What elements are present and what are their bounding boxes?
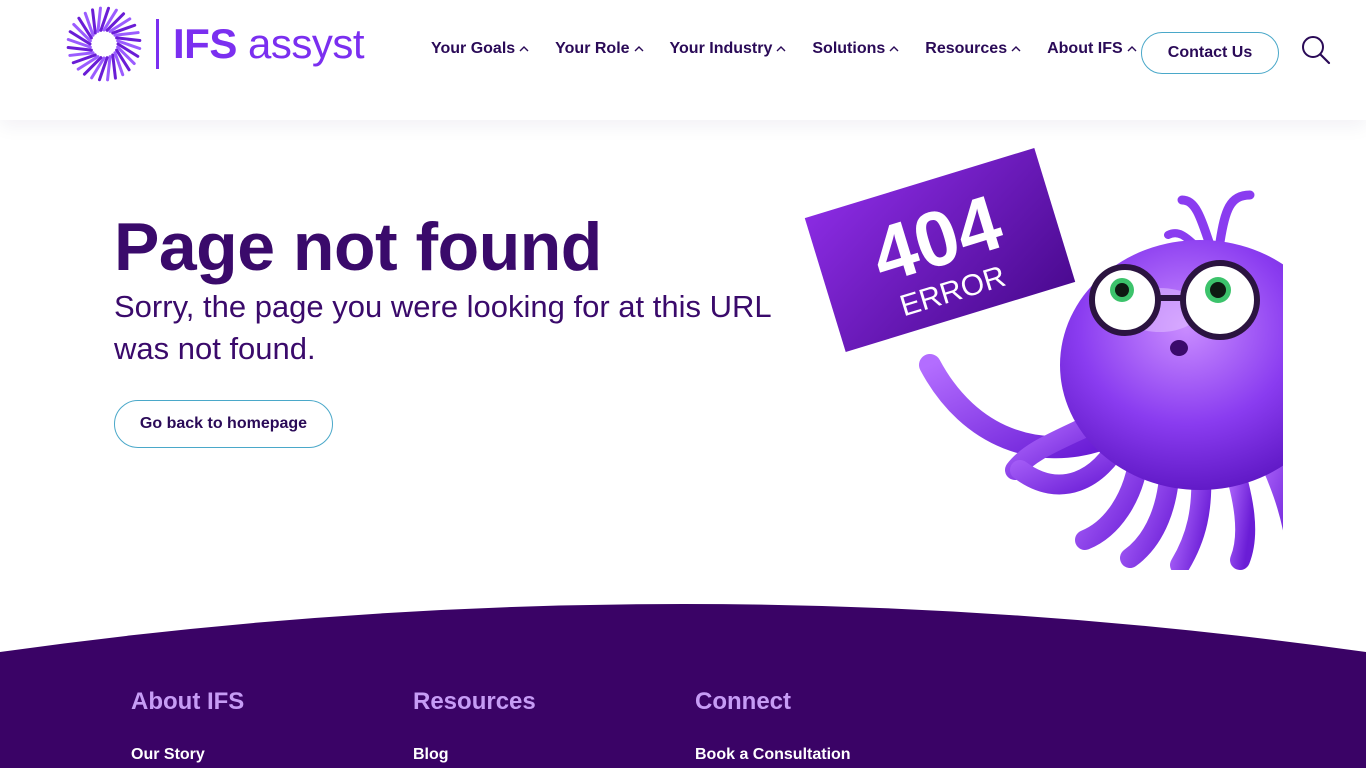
nav-label: Your Goals [431,40,516,57]
logo-divider [156,19,159,69]
page-subtitle: Sorry, the page you were looking for at … [114,289,771,366]
footer-column-about: About IFS Our Story [131,688,244,764]
nav-your-industry[interactable]: Your Industry [670,40,787,58]
chevron-up-icon [1011,46,1021,52]
nav-label: Your Role [555,40,630,57]
nav-resources[interactable]: Resources [925,40,1021,58]
footer-column-connect: Connect Book a Consultation [695,688,851,764]
octopus-mouth [1170,340,1188,356]
main-nav: Your Goals Your Role Your Industry Solut… [431,40,1163,58]
footer-heading-resources: Resources [413,688,536,715]
footer-link-book-consultation[interactable]: Book a Consultation [695,746,851,764]
footer-column-resources: Resources Blog [413,688,536,764]
ifs-assyst-logo[interactable]: IFS assyst [64,4,374,84]
nav-label: Your Industry [669,40,773,57]
nav-about-ifs[interactable]: About IFS [1047,40,1137,58]
footer-heading-about-ifs: About IFS [131,688,245,715]
nav-label: Solutions [812,40,886,57]
nav-your-role[interactable]: Your Role [555,40,644,58]
search-icon[interactable] [1300,34,1332,66]
404-error-sign: 404 ERROR [804,147,1076,353]
contact-us-button[interactable]: Contact Us [1141,32,1279,74]
404-octopus-illustration: 404 ERROR [804,147,1283,570]
site-header: IFS assyst Your Goals Your Role Your Ind… [0,0,1366,120]
chevron-up-icon [1127,46,1137,52]
chevron-up-icon [519,46,529,52]
chevron-up-icon [634,46,644,52]
nav-label: Resources [925,40,1008,57]
page-title: Page not found [114,209,602,285]
chevron-up-icon [776,46,786,52]
nav-your-goals[interactable]: Your Goals [431,40,529,58]
footer-link-our-story[interactable]: Our Story [131,746,244,764]
footer-link-blog[interactable]: Blog [413,746,536,764]
nav-solutions[interactable]: Solutions [812,40,899,58]
nav-label: About IFS [1047,40,1123,57]
logo-wordmark: IFS assyst [173,20,365,67]
ifs-sunburst-logo-icon [66,6,142,82]
chevron-up-icon [889,46,899,52]
go-back-homepage-button[interactable]: Go back to homepage [114,400,333,448]
footer-heading-connect: Connect [695,688,791,715]
